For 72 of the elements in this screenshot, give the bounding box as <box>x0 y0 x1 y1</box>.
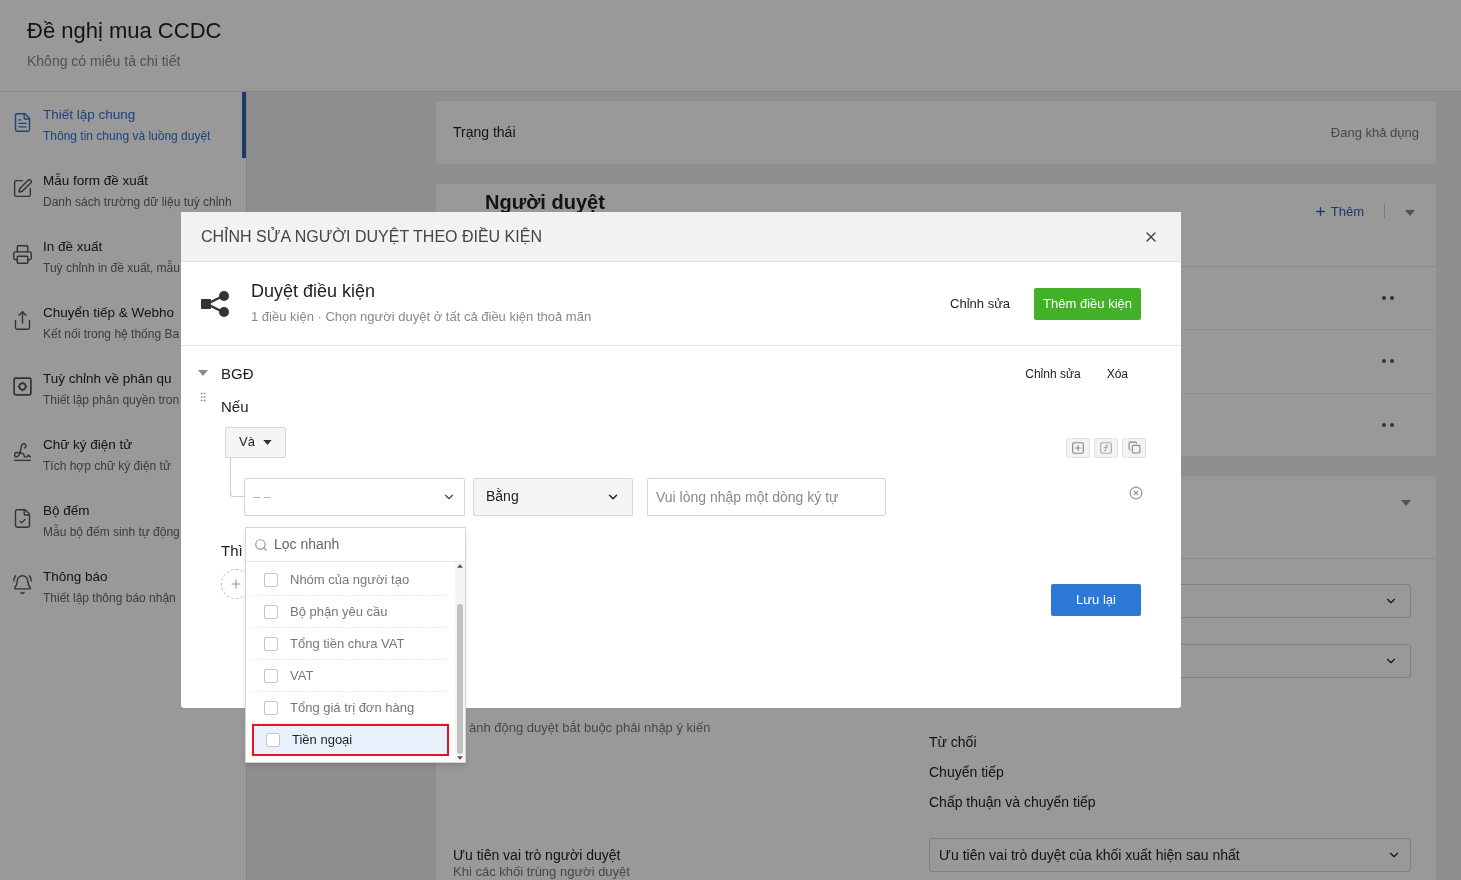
gear-box-icon <box>12 376 33 397</box>
modal-title: CHỈNH SỬA NGƯỜI DUYỆT THEO ĐIỀU KIỆN <box>201 226 542 247</box>
edit-icon <box>12 178 33 199</box>
status-value: Đang khả dụng <box>1330 123 1419 142</box>
more-icon[interactable] <box>1382 359 1394 364</box>
checkbox[interactable] <box>266 733 280 747</box>
remove-condition-icon[interactable] <box>1129 485 1143 500</box>
page-description: Không có miêu tả chi tiết <box>27 52 182 71</box>
block-edit-button[interactable]: Chỉnh sửa <box>1025 365 1081 383</box>
filter-input[interactable]: Lọc nhanh <box>274 534 444 555</box>
priority-hint: Khi các khối trùng người duyệt <box>453 864 631 880</box>
add-row-button[interactable] <box>1066 437 1090 458</box>
checkbox[interactable] <box>264 636 278 651</box>
approvers-title: Người duyệt <box>485 189 605 214</box>
edit-button[interactable]: Chỉnh sửa <box>950 293 1011 314</box>
action-option: Chuyển tiếp <box>929 762 1411 782</box>
priority-select[interactable]: Ưu tiên vai trò duyệt của khối xuất hiện sau nhất <box>929 838 1411 872</box>
copy-icon <box>1127 441 1141 454</box>
block-delete-button[interactable]: Xóa <box>1106 365 1128 383</box>
caret-icon[interactable] <box>198 370 208 376</box>
dropdown-option[interactable]: Tiền ngoại <box>252 724 449 756</box>
dropdown-option[interactable]: Tổng tiền chưa VAT <box>252 628 449 660</box>
signature-icon <box>12 442 33 463</box>
comment-hint: ành động duyệt bắt buộc phải nhập ý kiến <box>469 719 712 737</box>
plus-icon <box>1313 205 1327 219</box>
tree-connector-line <box>230 457 244 497</box>
share-nodes-icon <box>201 290 231 317</box>
then-label: Thì <box>221 540 243 561</box>
drag-handle-icon <box>197 390 209 404</box>
bell-icon <box>12 574 33 595</box>
save-button[interactable]: Lưu lại <box>1051 584 1141 616</box>
summary-title: Duyệt điều kiện <box>251 280 377 303</box>
add-approver-button[interactable]: Thêm <box>1313 201 1364 222</box>
dropdown-option[interactable]: Nhóm của người tạo <box>252 564 449 596</box>
sidebar-item[interactable]: Mẫu form đề xuất Danh sách trường dữ liệu tuỳ chỉnh <box>0 158 246 224</box>
more-icon[interactable] <box>1382 296 1394 300</box>
plus-square-icon <box>1071 440 1085 455</box>
more-icon[interactable] <box>1382 422 1394 427</box>
status-label: Trạng thái <box>453 122 516 142</box>
checkbox[interactable] <box>264 668 278 683</box>
dropdown-option[interactable]: VAT <box>252 660 449 692</box>
scroll-up-icon <box>457 564 463 568</box>
page-title: Đề nghị mua CCDC <box>27 17 223 45</box>
scrollbar[interactable] <box>455 562 465 762</box>
sidebar-item[interactable]: Thiết lập chung Thông tin chung và luồng duyệt <box>0 92 246 158</box>
caret-icon <box>1405 209 1415 216</box>
copy-button[interactable] <box>1122 437 1146 458</box>
comparator-select[interactable]: Bằng <box>473 477 633 516</box>
priority-label: Ưu tiên vai trò người duyệt <box>453 846 622 864</box>
function-icon <box>1099 440 1113 455</box>
caret-icon <box>262 439 272 445</box>
checkbox[interactable] <box>264 604 278 619</box>
document-icon <box>12 112 33 133</box>
counter-document-icon <box>12 508 33 529</box>
if-label: Nếu <box>221 397 249 417</box>
action-option: Chấp thuận và chuyển tiếp <box>929 792 1411 812</box>
sidebar-item[interactable]: Chuyển tiếp & Webho Kết nối trong hệ thống Ba <box>0 290 246 356</box>
scroll-down-icon <box>457 756 463 760</box>
block-name: BGĐ <box>221 363 254 384</box>
checkbox[interactable] <box>264 572 278 587</box>
operator-dropdown[interactable]: Và <box>225 426 286 458</box>
checkbox[interactable] <box>264 700 278 715</box>
plus-icon <box>229 577 243 591</box>
printer-icon <box>12 244 33 265</box>
summary-subtitle: 1 điều kiện · Chọn người duyệt ở tất cả điều kiện thoả mãn <box>251 308 592 327</box>
value-input[interactable]: Vui lòng nhập một dòng ký tự <box>647 477 886 516</box>
share-icon <box>12 310 33 331</box>
search-icon <box>254 537 268 552</box>
formula-button[interactable] <box>1094 437 1118 458</box>
action-option: Từ chối <box>929 732 1411 752</box>
dropdown-option[interactable]: Bộ phận yêu cầu <box>252 596 449 628</box>
caret-icon <box>1401 500 1411 506</box>
